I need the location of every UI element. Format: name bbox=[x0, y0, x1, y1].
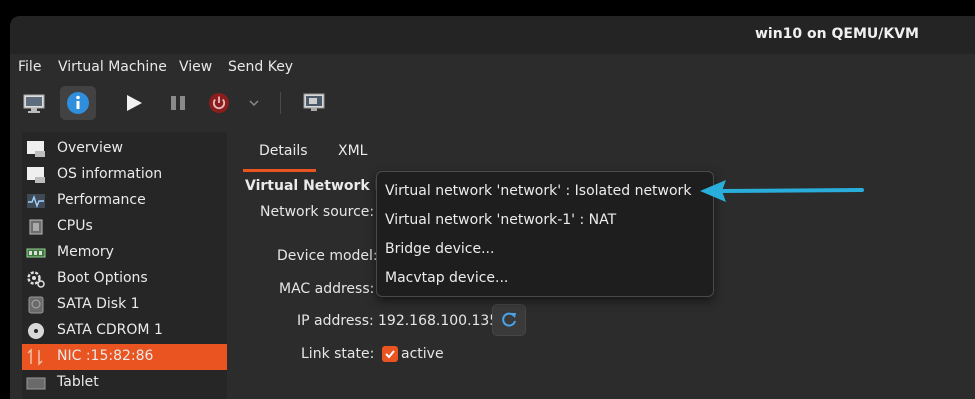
pause-icon bbox=[171, 96, 185, 110]
mac-address-label: MAC address: bbox=[279, 281, 375, 297]
active-tab-indicator bbox=[243, 169, 316, 172]
sidebar-item-performance[interactable]: Performance bbox=[22, 188, 227, 214]
menu-view[interactable]: View bbox=[179, 59, 212, 75]
sidebar-item-os-information[interactable]: OS information bbox=[22, 162, 227, 188]
window-title: win10 on QEMU/KVM bbox=[754, 26, 919, 42]
link-state-label: Link state: bbox=[301, 346, 375, 362]
ip-address-value: 192.168.100.135 bbox=[378, 313, 499, 329]
power-icon bbox=[209, 93, 229, 113]
tablet-icon bbox=[26, 377, 46, 390]
checkmark-icon bbox=[385, 350, 395, 359]
tab-xml[interactable]: XML bbox=[338, 143, 367, 159]
fullscreen-button[interactable] bbox=[296, 86, 332, 120]
menu-send-key[interactable]: Send Key bbox=[228, 59, 293, 75]
sidebar-item-memory[interactable]: Memory bbox=[22, 240, 227, 266]
tab-details[interactable]: Details bbox=[259, 143, 308, 159]
sidebar-item-tablet[interactable]: Tablet bbox=[22, 370, 227, 396]
info-icon bbox=[67, 92, 89, 114]
device-model-label: Device model: bbox=[277, 248, 378, 264]
pause-button[interactable] bbox=[160, 86, 196, 120]
refresh-ip-button[interactable] bbox=[492, 304, 526, 336]
network-source-dropdown: Virtual network 'network' : Isolated net… bbox=[376, 171, 714, 297]
ip-address-label: IP address: bbox=[297, 313, 374, 329]
sidebar-item-sata-cdrom-1[interactable]: SATA CDROM 1 bbox=[22, 318, 227, 344]
nic-icon bbox=[27, 348, 43, 366]
sidebar-item-label: Performance bbox=[57, 192, 146, 208]
console-button[interactable] bbox=[16, 86, 52, 120]
sidebar-item-label: Overview bbox=[57, 140, 123, 156]
play-icon bbox=[127, 95, 142, 111]
sidebar-item-label: Memory bbox=[57, 244, 114, 260]
sidebar-item-sata-disk-1[interactable]: SATA Disk 1 bbox=[22, 292, 227, 318]
sidebar-item-label: NIC :15:82:86 bbox=[57, 348, 154, 364]
menu-virtual-machine[interactable]: Virtual Machine bbox=[58, 59, 167, 75]
option-macvtap-device[interactable]: Macvtap device... bbox=[385, 270, 508, 286]
disk-icon bbox=[28, 296, 44, 314]
hardware-list: Overview OS information Performance CPUs… bbox=[22, 132, 227, 399]
gear-icon bbox=[27, 271, 45, 288]
link-state-checkbox[interactable] bbox=[382, 346, 398, 362]
title-bar: win10 on QEMU/KVM bbox=[10, 16, 975, 54]
sidebar-item-label: Tablet bbox=[57, 374, 99, 390]
sidebar-item-cpus[interactable]: CPUs bbox=[22, 214, 227, 240]
chevron-down-icon bbox=[249, 100, 259, 107]
sidebar-item-boot-options[interactable]: Boot Options bbox=[22, 266, 227, 292]
menu-file[interactable]: File bbox=[18, 59, 41, 75]
app-window: win10 on QEMU/KVM File Virtual Machine V… bbox=[10, 16, 975, 399]
monitor-icon bbox=[23, 94, 45, 113]
performance-icon bbox=[27, 194, 45, 209]
sidebar-item-label: CPUs bbox=[57, 218, 93, 234]
sidebar-item-label: Boot Options bbox=[57, 270, 148, 286]
menu-bar: File Virtual Machine View Send Key bbox=[10, 54, 975, 82]
toolbar-separator bbox=[280, 92, 281, 114]
link-state-value: active bbox=[401, 346, 444, 362]
option-isolated-network[interactable]: Virtual network 'network' : Isolated net… bbox=[385, 183, 691, 199]
os-info-icon bbox=[27, 167, 45, 183]
sidebar-item-label: OS information bbox=[57, 166, 163, 182]
shutdown-menu-button[interactable] bbox=[242, 86, 266, 120]
memory-icon bbox=[26, 248, 46, 258]
sidebar-item-overview[interactable]: Overview bbox=[22, 136, 227, 162]
details-button[interactable] bbox=[60, 86, 96, 120]
screenshot-icon bbox=[303, 93, 325, 111]
run-button[interactable] bbox=[116, 86, 152, 120]
sidebar-item-label: SATA Disk 1 bbox=[57, 296, 140, 312]
section-title: Virtual Network In bbox=[245, 178, 390, 194]
option-nat-network[interactable]: Virtual network 'network-1' : NAT bbox=[385, 212, 616, 228]
option-bridge-device[interactable]: Bridge device... bbox=[385, 241, 494, 257]
toolbar bbox=[10, 82, 975, 124]
network-source-label: Network source: bbox=[260, 204, 375, 220]
refresh-icon bbox=[502, 312, 516, 327]
cdrom-icon bbox=[28, 323, 44, 339]
annotation-arrow bbox=[700, 180, 864, 202]
cpu-icon bbox=[29, 219, 43, 235]
shutdown-button[interactable] bbox=[201, 86, 237, 120]
overview-icon bbox=[27, 141, 45, 157]
sidebar-item-nic[interactable]: NIC :15:82:86 bbox=[22, 344, 227, 370]
sidebar-item-label: SATA CDROM 1 bbox=[57, 322, 163, 338]
